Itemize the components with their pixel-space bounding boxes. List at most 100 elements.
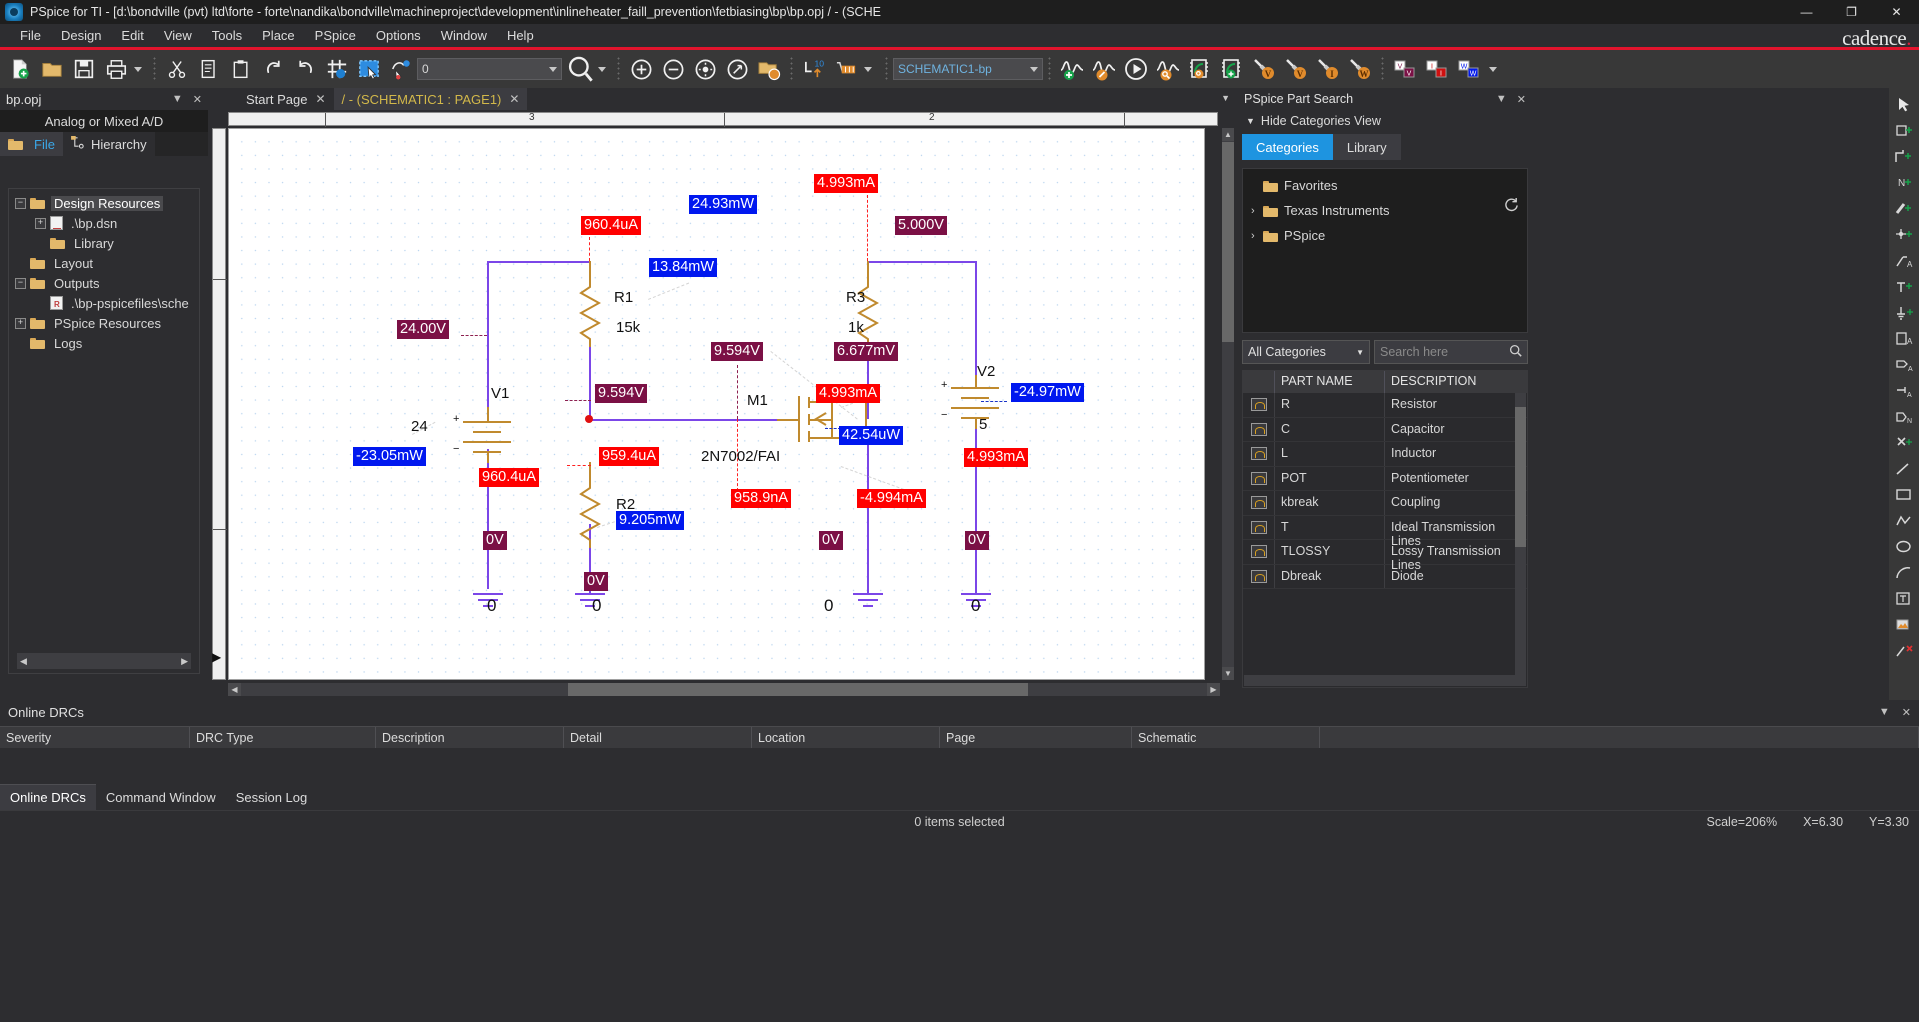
bias-current-r1-top[interactable]: 960.4uA <box>581 216 642 236</box>
cart-caret[interactable] <box>864 66 872 72</box>
bias-voltage-gnd-r2[interactable]: 0V <box>584 572 608 592</box>
bias-voltage-gate-top[interactable]: 9.594V <box>711 342 763 362</box>
bias-current-drain[interactable]: 4.993mA <box>816 384 881 404</box>
tab-categories[interactable]: Categories <box>1242 134 1333 160</box>
zoom-value-input[interactable]: 0 <box>417 58 562 80</box>
menu-pspice[interactable]: PSpice <box>305 26 366 45</box>
tab-hierarchy[interactable]: Hierarchy <box>62 132 155 156</box>
table-row[interactable]: kbreak Coupling <box>1243 491 1527 516</box>
table-row[interactable]: R Resistor <box>1243 393 1527 418</box>
vertical-scroll-thumb[interactable] <box>1222 142 1234 342</box>
drc-results-body[interactable] <box>0 748 1919 776</box>
bias-current-m1-drain[interactable]: 4.993mA <box>964 448 1029 468</box>
bottom-tab-online-drcs[interactable]: Online DRCs <box>0 784 96 810</box>
bias-voltage-gnd-v2[interactable]: 0V <box>965 531 989 551</box>
place-rectangle-icon[interactable] <box>1891 482 1917 507</box>
bias-voltage-v2-node[interactable]: 5.000V <box>895 216 947 236</box>
tree-item-bp-dsn[interactable]: + .\bp.dsn <box>9 213 199 233</box>
zoom-tool-caret[interactable] <box>598 66 606 72</box>
cut-icon[interactable] <box>162 54 192 84</box>
bias-voltage-divider[interactable]: 9.594V <box>595 384 647 404</box>
open-folder-icon[interactable] <box>37 54 67 84</box>
save-icon[interactable] <box>69 54 99 84</box>
zoom-fit-icon[interactable] <box>690 54 720 84</box>
design-resources-tree[interactable]: − Design Resources + .\bp.dsn Library La… <box>8 188 200 674</box>
bias-power-m1[interactable]: 42.54uW <box>839 426 904 446</box>
component-label-v1[interactable]: V1 <box>491 385 509 402</box>
bias-voltage-gnd-v1[interactable]: 0V <box>483 531 507 551</box>
tree-item-library[interactable]: Library <box>9 233 199 253</box>
menu-options[interactable]: Options <box>366 26 431 45</box>
horizontal-scroll-thumb[interactable] <box>568 683 1028 696</box>
tab-library[interactable]: Library <box>1332 134 1401 160</box>
place-polyline-icon[interactable] <box>1891 508 1917 533</box>
schematic-selector[interactable]: SCHEMATIC1-bp <box>893 58 1043 80</box>
expander-icon[interactable]: + <box>15 317 26 329</box>
canvas-horizontal-scrollbar[interactable]: ◀ ▶ <box>228 683 1220 696</box>
table-row[interactable]: TLOSSY Lossy Transmission Lines <box>1243 540 1527 572</box>
parts-table[interactable]: PART NAME DESCRIPTION R Resistor C Capac… <box>1242 370 1528 688</box>
bias-current-r3-top[interactable]: 4.993mA <box>814 174 879 194</box>
drc-close-icon[interactable]: ✕ <box>1902 706 1911 719</box>
bias-current-v2[interactable]: -4.994mA <box>857 489 926 509</box>
zoom-tool-icon[interactable] <box>563 54 597 84</box>
view-simulation-icon[interactable] <box>1153 54 1183 84</box>
drag-select-icon[interactable] <box>386 54 416 84</box>
annotate-icon[interactable]: 10 <box>799 54 829 84</box>
minimize-button[interactable]: — <box>1784 0 1829 24</box>
probe-add-icon[interactable] <box>1217 54 1247 84</box>
drc-col-schematic[interactable]: Schematic <box>1132 727 1320 748</box>
menu-edit[interactable]: Edit <box>111 26 153 45</box>
tab-file[interactable]: File <box>0 132 63 156</box>
table-row[interactable]: T Ideal Transmission Lines <box>1243 515 1527 548</box>
scroll-right-arrow-icon[interactable]: ▶ <box>1207 683 1220 696</box>
schematic-selector-caret[interactable] <box>1030 66 1038 72</box>
menu-help[interactable]: Help <box>497 26 544 45</box>
zoom-area-icon[interactable] <box>722 54 752 84</box>
close-button[interactable]: ✕ <box>1874 0 1919 24</box>
place-pin-icon[interactable]: A <box>1891 378 1917 403</box>
place-part-icon[interactable] <box>1891 118 1917 143</box>
part-search-collapse-icon[interactable]: ▼ <box>1496 93 1507 106</box>
scroll-right-arrow-icon[interactable]: ▶ <box>178 656 191 667</box>
schematic-sheet[interactable]: + − + − 0 0 0 0 V1 24 R1 15k R2 M1 2N700… <box>228 128 1205 680</box>
search-icon[interactable] <box>1509 344 1522 360</box>
place-power-icon[interactable] <box>1891 274 1917 299</box>
cart-icon[interactable] <box>831 54 861 84</box>
bias-power-r2[interactable]: 9.205mW <box>616 511 685 531</box>
component-label-r3[interactable]: R3 <box>846 289 865 306</box>
component-value-v2[interactable]: 5 <box>979 416 987 433</box>
tree-item-outputs[interactable]: − Outputs <box>9 273 199 293</box>
place-picture-icon[interactable] <box>1891 612 1917 637</box>
drc-col-detail[interactable]: Detail <box>564 727 752 748</box>
project-panel-collapse-icon[interactable]: ▼ <box>172 93 183 105</box>
close-icon[interactable]: ✕ <box>315 92 325 106</box>
chevron-right-icon[interactable]: › <box>1251 230 1263 242</box>
drc-col-severity[interactable]: Severity <box>0 727 190 748</box>
bias-current-gate[interactable]: 958.9nA <box>731 489 792 509</box>
table-row[interactable]: L Inductor <box>1243 442 1527 467</box>
tree-item-pspicefiles[interactable]: .\bp-pspicefiles\sche <box>9 293 199 313</box>
scroll-left-arrow-icon[interactable]: ◀ <box>17 656 30 667</box>
bias-voltage-gnd-m1[interactable]: 0V <box>819 531 843 551</box>
tree-item-layout[interactable]: Layout <box>9 253 199 273</box>
bias-voltage-drain[interactable]: 6.677mV <box>834 342 899 362</box>
drc-col-location[interactable]: Location <box>752 727 940 748</box>
place-net-alias-icon[interactable]: N <box>1891 170 1917 195</box>
parts-table-horizontal-scrollbar[interactable] <box>1244 675 1515 686</box>
menu-tools[interactable]: Tools <box>202 26 252 45</box>
select-arrow-icon[interactable] <box>1891 92 1917 117</box>
copy-icon[interactable] <box>194 54 224 84</box>
drc-col-page[interactable]: Page <box>940 727 1132 748</box>
bias-voltage-display-icon[interactable]: VV <box>1390 54 1420 84</box>
bias-power-v1[interactable]: -23.05mW <box>353 447 426 467</box>
doc-tab-schematic1-page1[interactable]: / - (SCHEMATIC1 : PAGE1) ✕ <box>333 88 528 110</box>
bottom-tab-session-log[interactable]: Session Log <box>226 784 318 810</box>
doc-tab-start-page[interactable]: Start Page ✕ <box>238 88 334 110</box>
bottom-tab-command-window[interactable]: Command Window <box>96 784 226 810</box>
place-hierarchical-block-icon[interactable]: A <box>1891 326 1917 351</box>
refresh-icon[interactable] <box>1504 197 1519 216</box>
menu-place[interactable]: Place <box>252 26 305 45</box>
place-bus-entry-icon[interactable]: A <box>1891 248 1917 273</box>
current-marker-icon[interactable]: I <box>1313 54 1343 84</box>
